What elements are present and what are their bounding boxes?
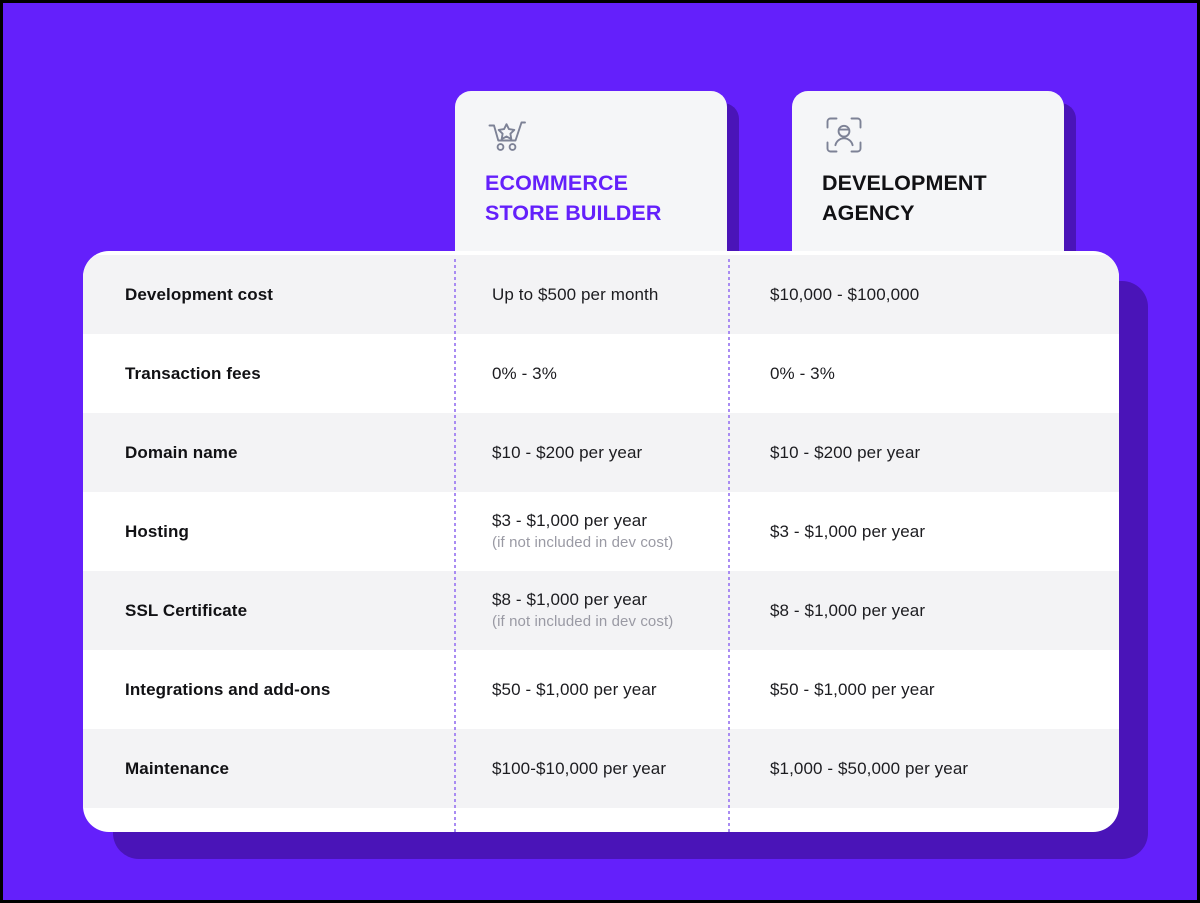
column-header-cards: ECOMMERCE STORE BUILDER DEVELOPMENT AGEN… xyxy=(3,91,1197,261)
value-main: $3 - $1,000 per year xyxy=(770,521,926,541)
value-main: 0% - 3% xyxy=(492,363,557,383)
row-agency-cell: $10,000 - $100,000 xyxy=(728,255,1119,334)
row-builder-cell: $50 - $1,000 per year xyxy=(454,650,728,729)
row-feature-cell: Development cost xyxy=(83,255,454,334)
table-row: Development cost Up to $500 per month $1… xyxy=(83,255,1119,334)
row-agency-cell: $1,000 - $50,000 per year xyxy=(728,729,1119,808)
header-card-development-agency: DEVELOPMENT AGENCY xyxy=(792,91,1076,258)
row-builder-cell: $3 - $1,000 per year (if not included in… xyxy=(454,492,728,571)
comparison-table-card: Development cost Up to $500 per month $1… xyxy=(83,251,1119,832)
row-feature-cell: Maintenance xyxy=(83,729,454,808)
value-main: $10,000 - $100,000 xyxy=(770,284,920,304)
value-subtext: (if not included in dev cost) xyxy=(492,613,674,631)
row-builder-cell: 0% - 3% xyxy=(454,334,728,413)
feature-label: Development cost xyxy=(125,284,274,304)
row-feature-cell: Integrations and add-ons xyxy=(83,650,454,729)
value-main: $3 - $1,000 per year xyxy=(492,511,648,531)
table-row: Transaction fees 0% - 3% 0% - 3% xyxy=(83,334,1119,413)
value-main: Up to $500 per month xyxy=(492,284,659,304)
value-main: $10 - $200 per year xyxy=(770,442,921,462)
shopping-cart-star-icon xyxy=(485,113,529,157)
value-main: $50 - $1,000 per year xyxy=(770,679,935,699)
row-agency-cell: $8 - $1,000 per year xyxy=(728,571,1119,650)
row-feature-cell: SSL Certificate xyxy=(83,571,454,650)
feature-label: Maintenance xyxy=(125,758,230,778)
header-card-body: ECOMMERCE STORE BUILDER xyxy=(455,91,727,254)
row-builder-cell: $100-$10,000 per year xyxy=(454,729,728,808)
row-feature-cell: Hosting xyxy=(83,492,454,571)
row-agency-cell: 0% - 3% xyxy=(728,334,1119,413)
row-agency-cell: $10 - $200 per year xyxy=(728,413,1119,492)
value-main: 0% - 3% xyxy=(770,363,835,383)
row-builder-cell: $8 - $1,000 per year (if not included in… xyxy=(454,571,728,650)
feature-label: Domain name xyxy=(125,442,238,462)
table-row: Hosting $3 - $1,000 per year (if not inc… xyxy=(83,492,1119,571)
column-divider-2 xyxy=(728,259,730,832)
comparison-infographic: ECOMMERCE STORE BUILDER DEVELOPMENT AGEN… xyxy=(0,0,1200,903)
table-row: Domain name $10 - $200 per year $10 - $2… xyxy=(83,413,1119,492)
table-row: Integrations and add-ons $50 - $1,000 pe… xyxy=(83,650,1119,729)
column-divider-1 xyxy=(454,259,456,832)
value-main: $100-$10,000 per year xyxy=(492,758,667,778)
header-card-title: DEVELOPMENT AGENCY xyxy=(822,171,987,225)
table-row: Maintenance $100-$10,000 per year $1,000… xyxy=(83,729,1119,808)
value-main: $50 - $1,000 per year xyxy=(492,679,657,699)
row-builder-cell: $10 - $200 per year xyxy=(454,413,728,492)
value-main: $10 - $200 per year xyxy=(492,442,643,462)
value-main: $8 - $1,000 per year xyxy=(770,600,926,620)
header-card-ecommerce-store-builder: ECOMMERCE STORE BUILDER xyxy=(455,91,739,258)
row-feature-cell: Domain name xyxy=(83,413,454,492)
feature-label: Transaction fees xyxy=(125,363,261,383)
row-agency-cell: $3 - $1,000 per year xyxy=(728,492,1119,571)
row-feature-cell: Transaction fees xyxy=(83,334,454,413)
value-main: $8 - $1,000 per year xyxy=(492,590,648,610)
person-scan-icon xyxy=(822,113,866,157)
header-card-body: DEVELOPMENT AGENCY xyxy=(792,91,1064,254)
table-row: SSL Certificate $8 - $1,000 per year (if… xyxy=(83,571,1119,650)
row-agency-cell: $50 - $1,000 per year xyxy=(728,650,1119,729)
value-subtext: (if not included in dev cost) xyxy=(492,534,674,552)
feature-label: Integrations and add-ons xyxy=(125,679,331,699)
header-card-title: ECOMMERCE STORE BUILDER xyxy=(485,171,662,225)
row-builder-cell: Up to $500 per month xyxy=(454,255,728,334)
feature-label: SSL Certificate xyxy=(125,600,248,620)
comparison-table: Development cost Up to $500 per month $1… xyxy=(83,255,1119,832)
value-main: $1,000 - $50,000 per year xyxy=(770,758,969,778)
feature-label: Hosting xyxy=(125,521,189,541)
